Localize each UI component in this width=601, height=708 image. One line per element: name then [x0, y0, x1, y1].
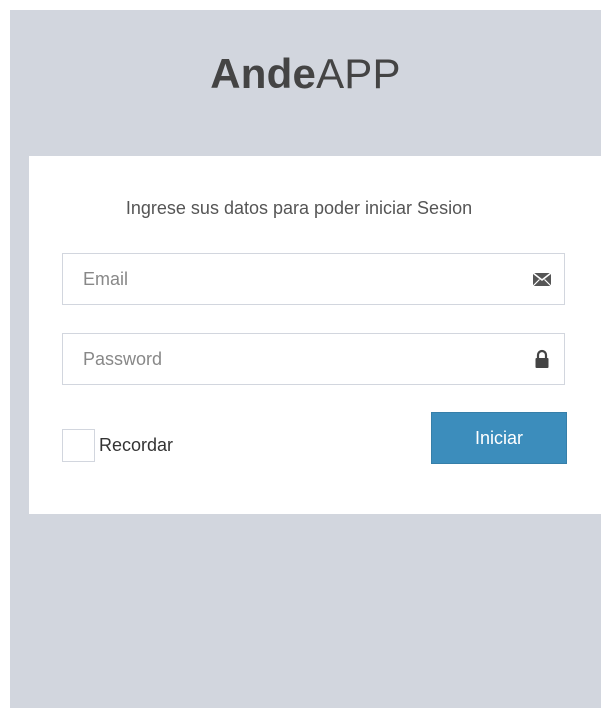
email-input[interactable] — [63, 254, 564, 304]
login-box: Ingrese sus datos para poder iniciar Ses… — [29, 156, 601, 514]
password-input[interactable] — [63, 334, 564, 384]
login-button[interactable]: Iniciar — [431, 412, 567, 464]
app-logo: AndeAPP — [10, 48, 601, 100]
email-field-group — [62, 253, 565, 305]
remember-label: Recordar — [99, 435, 174, 455]
remember-checkbox[interactable] — [62, 429, 95, 462]
logo-bold-text: Ande — [210, 50, 317, 97]
lock-icon — [532, 349, 552, 369]
envelope-icon — [532, 269, 552, 289]
password-field-group — [62, 333, 565, 385]
login-page: AndeAPP Ingrese sus datos para poder ini… — [10, 10, 601, 708]
login-box-message: Ingrese sus datos para poder iniciar Ses… — [125, 198, 473, 218]
logo-light-text: APP — [316, 50, 401, 97]
